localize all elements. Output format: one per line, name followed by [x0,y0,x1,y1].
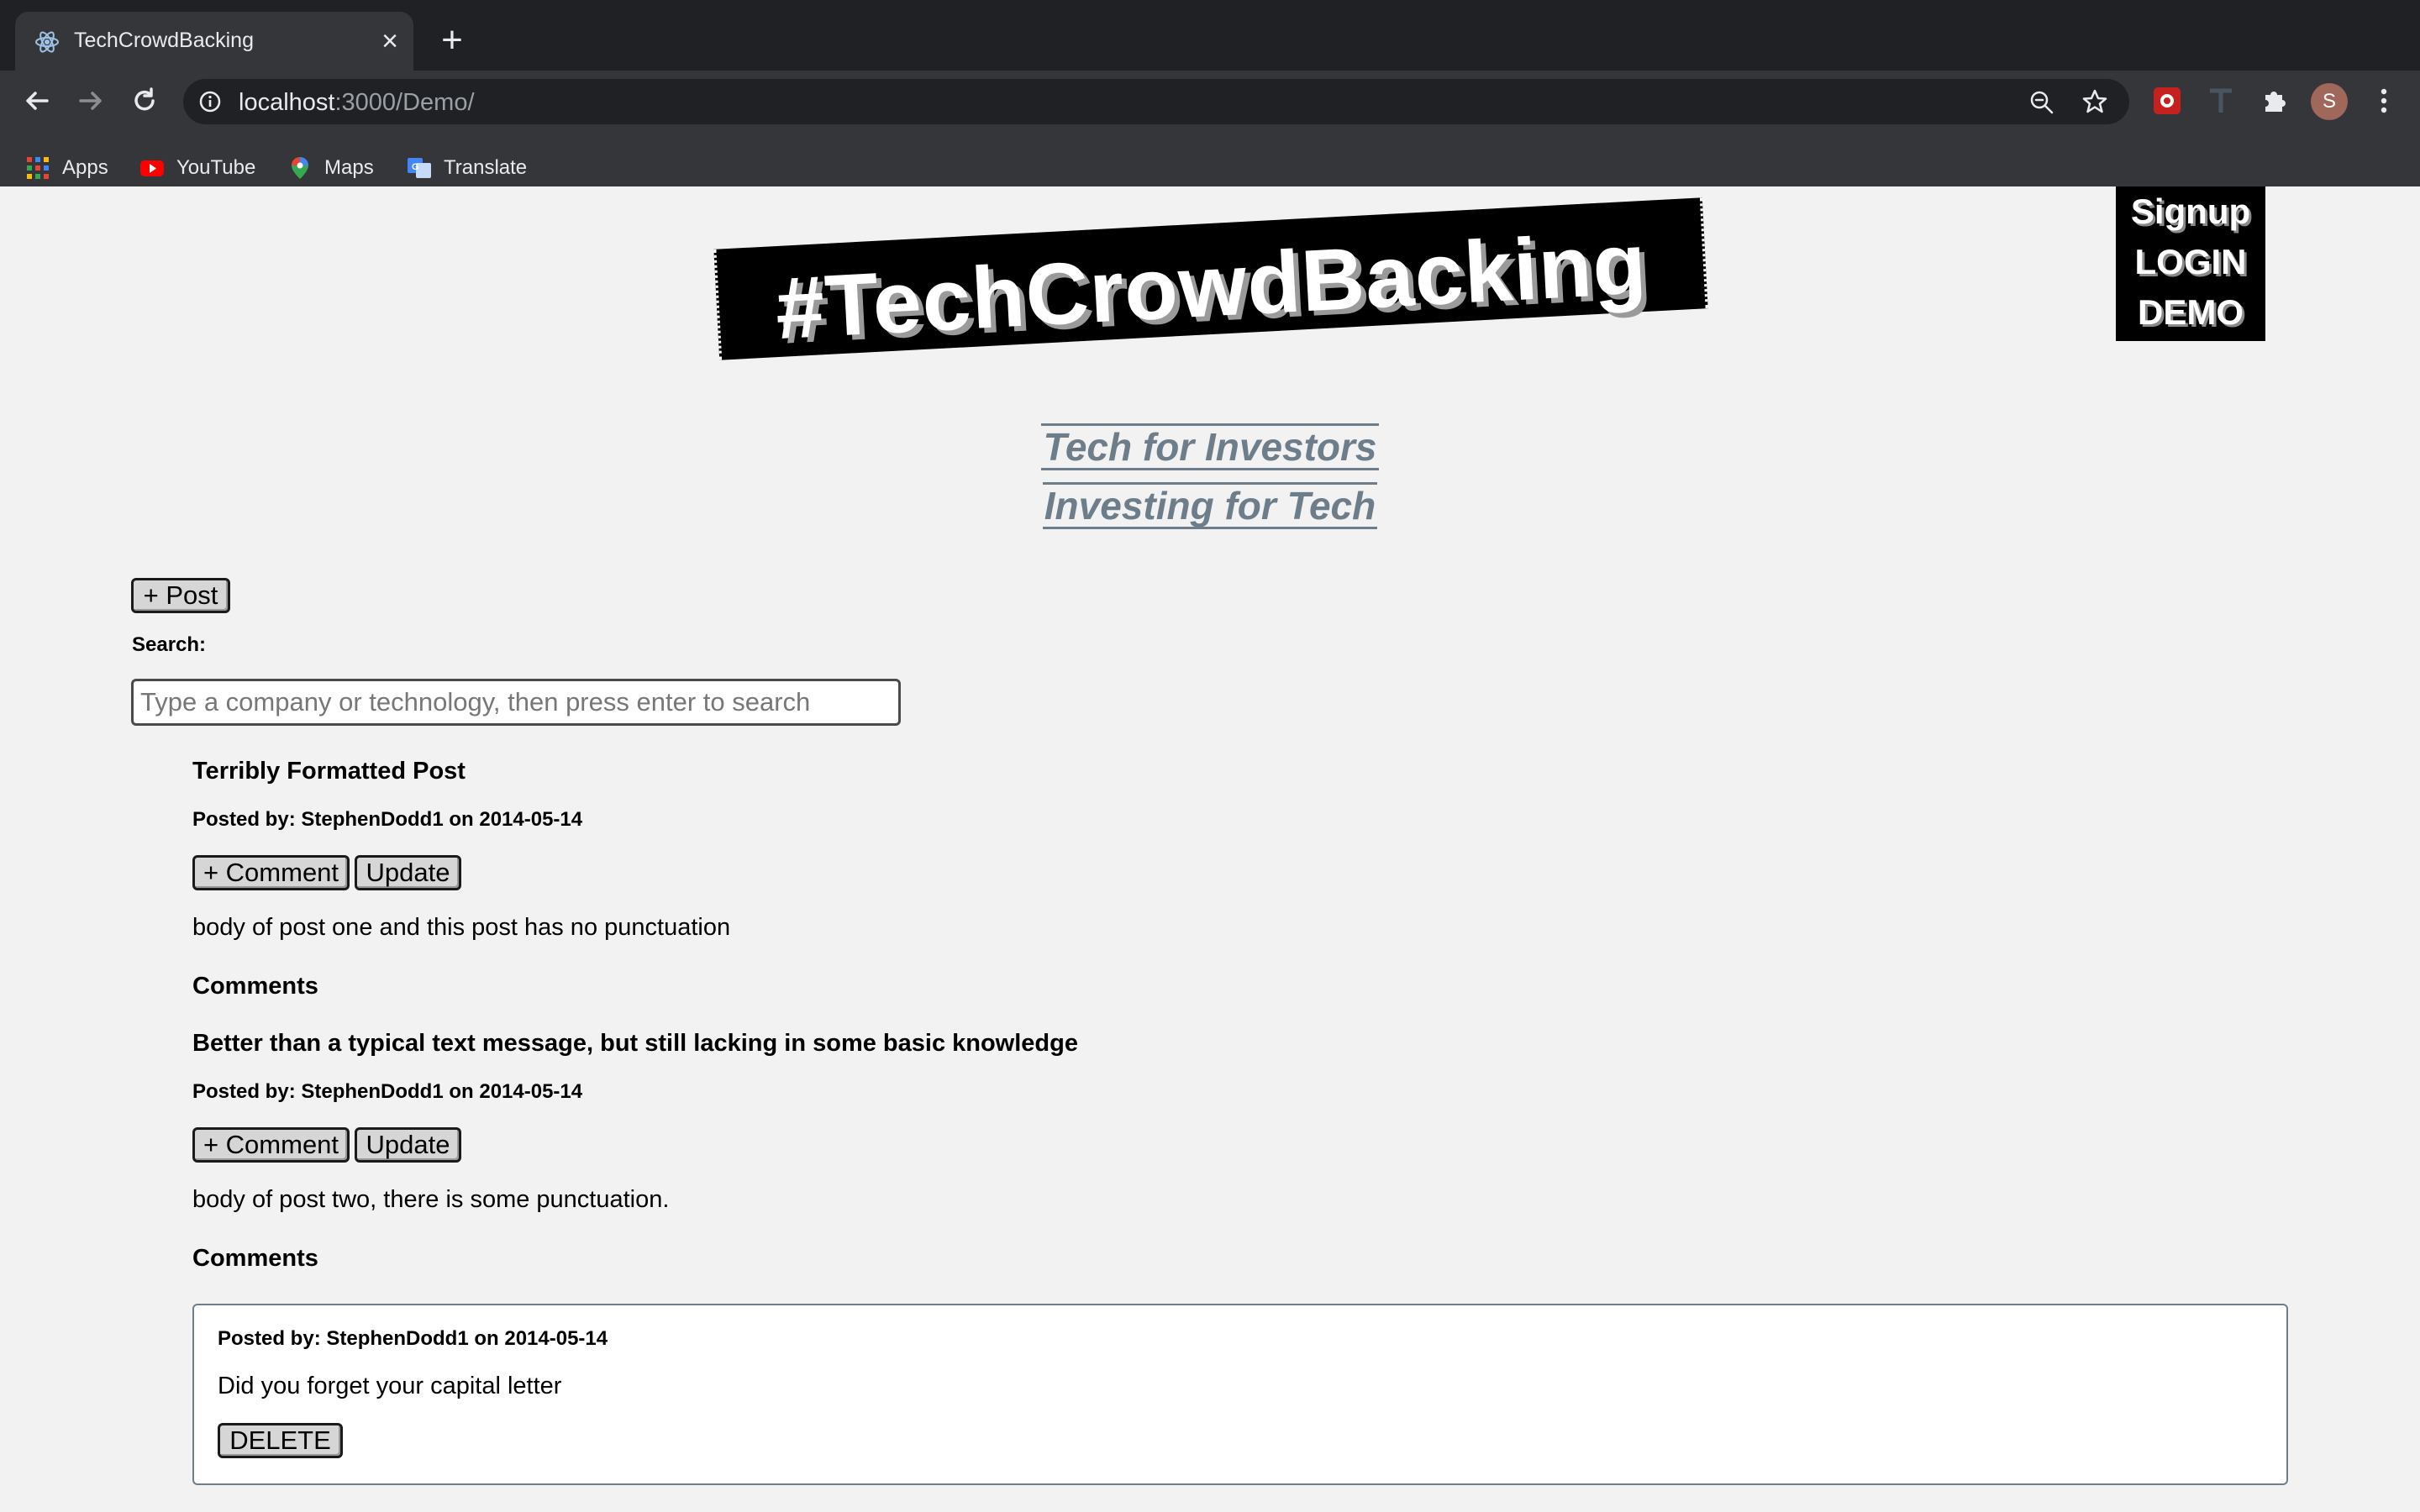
add-comment-button[interactable]: + Comment [192,1127,350,1163]
extension-t-icon[interactable] [2205,85,2237,117]
url-text: localhost:3000/Demo/ [239,89,475,117]
browser-tab[interactable]: TechCrowdBacking × [15,12,413,71]
comment-meta: Posted by: StephenDodd1 on 2014-05-14 [218,1327,608,1350]
demo-link[interactable]: DEMO [2138,287,2244,338]
tagline-1: Tech for Investors [0,423,2420,470]
info-icon[interactable] [198,90,222,113]
tagline-2: Investing for Tech [0,482,2420,529]
new-tab-icon[interactable]: + [437,22,467,59]
post-meta: Posted by: StephenDodd1 on 2014-05-14 [192,1080,583,1103]
zoom-out-icon[interactable] [2028,89,2055,116]
close-tab-icon[interactable]: × [375,27,405,57]
more-menu-icon[interactable] [2370,82,2398,119]
bookmark-maps[interactable]: Maps [287,155,374,181]
profile-avatar[interactable]: S [2311,83,2348,120]
tagline-1-text: Tech for Investors [1041,423,1379,470]
bookmark-label: Translate [444,156,528,179]
comments-heading: Comments [192,1245,318,1272]
forward-arrow-icon[interactable] [72,82,109,119]
svg-text:G: G [412,162,419,172]
post-body: body of post one and this post has no pu… [192,914,731,941]
post-body: body of post two, there is some punctuat… [192,1186,670,1213]
bookmark-label: YouTube [176,156,256,179]
bookmark-label: Maps [324,156,374,179]
comment-text: Did you forget your capital letter [218,1373,562,1399]
bookmark-label: Apps [62,156,108,179]
extensions-puzzle-icon[interactable] [2259,85,2291,117]
reload-icon[interactable] [126,82,163,119]
comments-heading: Comments [192,973,318,1000]
translate-icon: G [408,158,431,178]
back-arrow-icon[interactable] [18,82,55,119]
browser-toolbar: localhost:3000/Demo/ S Apps YouTube Maps… [0,71,2420,200]
bookmark-apps[interactable]: Apps [25,155,108,181]
page-content: #TechCrowdBacking Signup LOGIN DEMO Tech… [0,186,2420,1512]
signup-link[interactable]: Signup [2131,186,2250,237]
add-comment-button[interactable]: + Comment [192,855,350,890]
bookmark-translate[interactable]: G Translate [407,155,527,181]
search-input[interactable] [131,679,901,726]
apps-grid-icon [27,157,49,179]
delete-comment-button[interactable]: DELETE [218,1423,343,1458]
auth-menu: Signup LOGIN DEMO [2116,186,2265,341]
tab-strip: TechCrowdBacking × + [0,0,2420,71]
site-logo-text: #TechCrowdBacking [773,214,1649,359]
react-icon [35,31,59,53]
maps-pin-icon [292,157,308,179]
youtube-icon [140,160,164,176]
comment-card: Posted by: StephenDodd1 on 2014-05-14 Di… [192,1304,2288,1485]
site-logo-banner[interactable]: #TechCrowdBacking [713,197,1708,360]
post-meta: Posted by: StephenDodd1 on 2014-05-14 [192,808,583,831]
url-host: localhost [239,89,335,116]
bookmark-youtube[interactable]: YouTube [139,155,255,181]
search-label: Search: [132,633,207,656]
bookmark-star-icon[interactable] [2081,87,2109,116]
post-title: Terribly Formatted Post [192,758,466,785]
address-bar[interactable]: localhost:3000/Demo/ [183,79,2129,124]
update-post-button[interactable]: Update [355,1127,461,1163]
tab-title: TechCrowdBacking [74,29,254,52]
update-post-button[interactable]: Update [355,855,461,890]
add-post-button[interactable]: + Post [131,578,230,613]
url-path: :3000/Demo/ [334,89,475,116]
login-link[interactable]: LOGIN [2135,237,2247,287]
extension-red-icon[interactable] [2151,85,2183,117]
tagline-2-text: Investing for Tech [1042,482,1378,529]
post-title: Better than a typical text message, but … [192,1030,1078,1057]
